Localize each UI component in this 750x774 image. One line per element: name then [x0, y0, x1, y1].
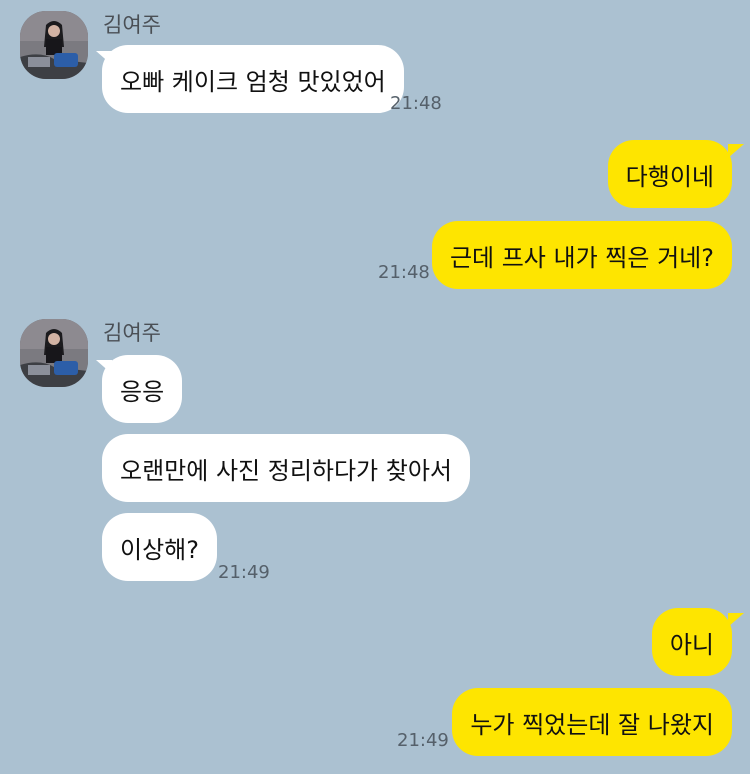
message-timestamp: 21:49: [218, 562, 270, 583]
sender-name: 김여주: [103, 321, 161, 345]
message-bubble-outgoing[interactable]: 누가 찍었는데 잘 나왔지: [452, 688, 732, 756]
chat-room[interactable]: 김여주 오빠 케이크 엄청 맛있었어 21:48 다행이네 근데 프사 내가 찍…: [0, 0, 750, 774]
message-bubble-outgoing[interactable]: 근데 프사 내가 찍은 거네?: [431, 221, 732, 289]
message-timestamp: 21:48: [378, 262, 430, 283]
message-bubble-incoming[interactable]: 응응: [102, 355, 183, 423]
message-bubble-outgoing[interactable]: 다행이네: [607, 140, 732, 208]
sender-name: 김여주: [103, 13, 161, 37]
message-bubble-outgoing[interactable]: 아니: [651, 608, 732, 676]
profile-avatar[interactable]: [20, 11, 88, 79]
message-timestamp: 21:48: [390, 93, 442, 114]
message-bubble-incoming[interactable]: 오빠 케이크 엄청 맛있었어: [102, 45, 404, 113]
bubble-tail: [728, 144, 744, 158]
message-timestamp: 21:49: [397, 730, 449, 751]
message-bubble-incoming[interactable]: 오랜만에 사진 정리하다가 찾아서: [102, 434, 471, 502]
message-bubble-incoming[interactable]: 이상해?: [102, 513, 217, 581]
profile-avatar[interactable]: [20, 319, 88, 387]
